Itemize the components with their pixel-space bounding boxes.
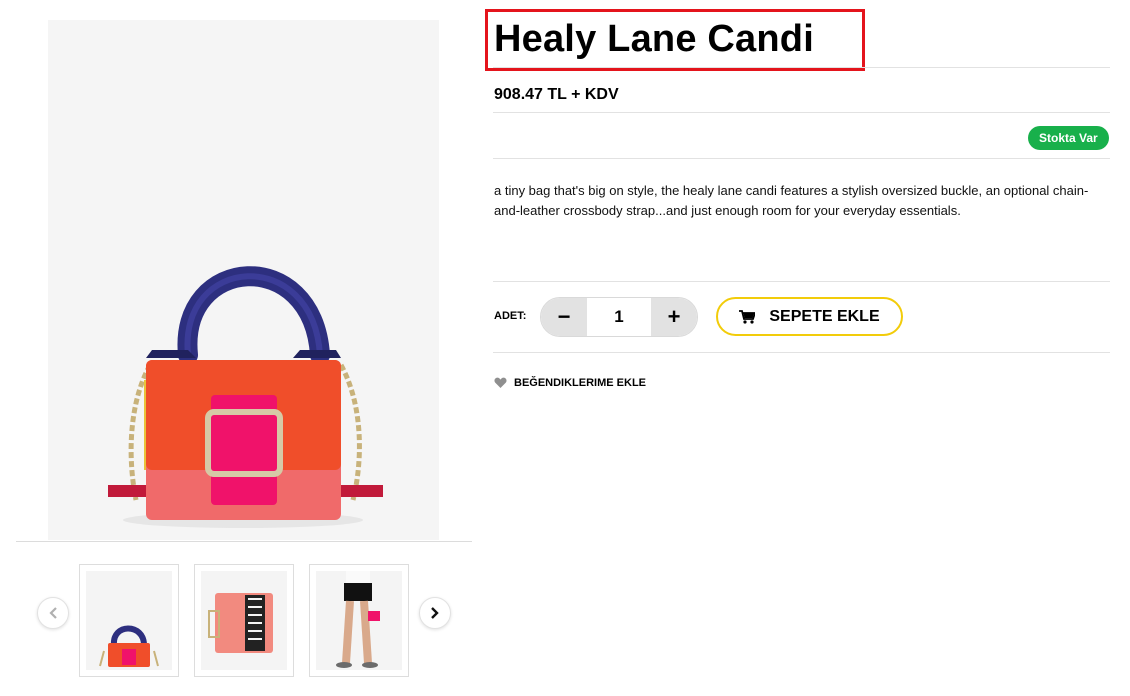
- product-description: a tiny bag that's big on style, the heal…: [494, 183, 1089, 218]
- quantity-input[interactable]: [587, 298, 651, 336]
- thumbnail-bag-open-image: [201, 571, 287, 670]
- product-title: Healy Lane Candi: [494, 18, 814, 60]
- add-to-wishlist-link[interactable]: BEĞENDIKLERIME EKLE: [494, 377, 646, 389]
- gallery-next-button[interactable]: [419, 597, 451, 629]
- cart-icon: [739, 309, 756, 324]
- quantity-increase-button[interactable]: +: [651, 298, 697, 336]
- divider: [493, 112, 1110, 113]
- chevron-right-icon: [431, 607, 439, 619]
- product-price: 908.47 TL + KDV: [494, 86, 619, 103]
- gallery-prev-button[interactable]: [37, 597, 69, 629]
- add-to-cart-button[interactable]: SEPETE EKLE: [716, 297, 903, 336]
- divider: [493, 352, 1110, 353]
- thumbnail-model-holding-bag[interactable]: [309, 564, 409, 677]
- thumbnail-model-image: [316, 571, 402, 670]
- stock-status-badge: Stokta Var: [1028, 126, 1109, 150]
- divider: [493, 158, 1110, 159]
- gallery-divider: [16, 541, 472, 542]
- divider: [493, 67, 1110, 68]
- handbag-image: [48, 20, 439, 540]
- add-to-wishlist-label: BEĞENDIKLERIME EKLE: [514, 377, 647, 389]
- quantity-decrease-button[interactable]: −: [541, 298, 587, 336]
- chevron-left-icon: [49, 607, 57, 619]
- thumbnail-bag-front[interactable]: [79, 564, 179, 677]
- quantity-label: ADET:: [494, 310, 527, 322]
- add-to-cart-label: SEPETE EKLE: [769, 307, 880, 325]
- divider: [493, 281, 1110, 282]
- quantity-stepper: − +: [540, 297, 698, 337]
- heart-icon: [494, 377, 507, 388]
- main-product-image[interactable]: [48, 20, 439, 540]
- thumbnail-bag-open[interactable]: [194, 564, 294, 677]
- thumbnail-bag-front-image: [86, 571, 172, 670]
